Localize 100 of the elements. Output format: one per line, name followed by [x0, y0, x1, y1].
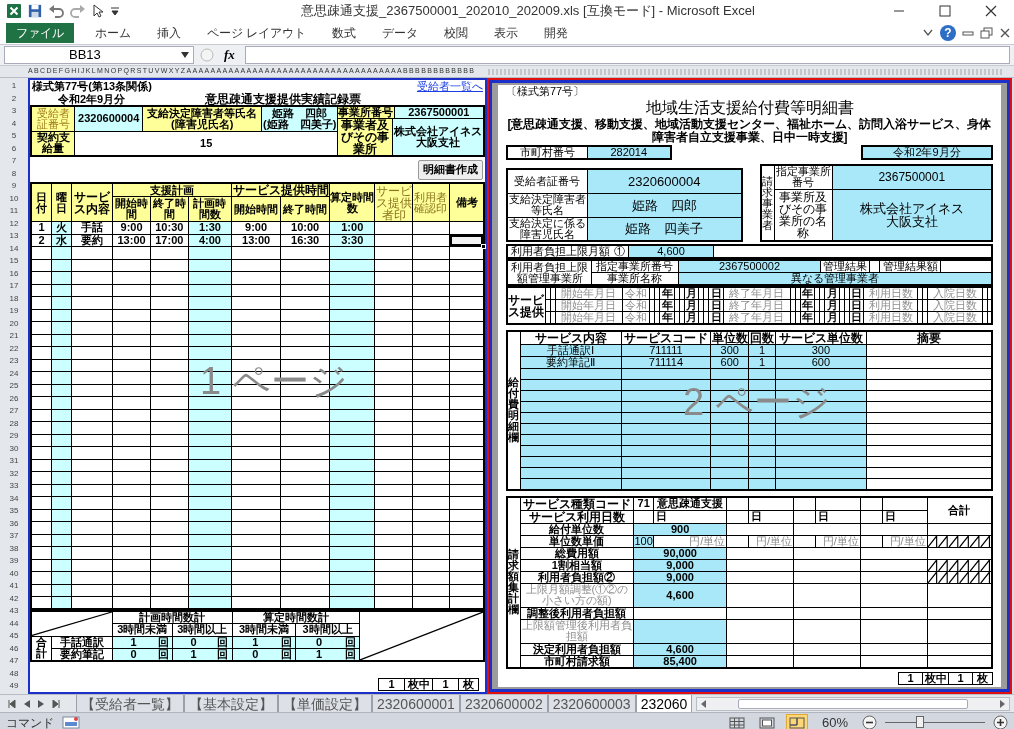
row-label: サービス種類コード — [520, 496, 634, 511]
row-number: 7 — [10, 155, 18, 168]
ribbon-tab[interactable]: 表示 — [481, 24, 532, 42]
sheet-tab[interactable]: 【基本設定】 — [184, 694, 278, 713]
page-break-view-button[interactable] — [785, 714, 808, 729]
scroll-thumb[interactable] — [738, 698, 969, 709]
slider-thumb[interactable] — [916, 716, 924, 729]
row-number: 6 — [10, 142, 18, 155]
ribbon-tab[interactable]: ページ レイアウト — [194, 24, 320, 42]
field-value: 大阪支社 — [885, 214, 939, 228]
table-cell: 10:30 — [150, 221, 189, 234]
page-count-cell: 枚 — [972, 672, 993, 685]
sheet-tab[interactable]: 232060 — [635, 694, 693, 713]
spreadsheet-app-icon[interactable] — [6, 3, 22, 19]
chevron-icon[interactable] — [922, 28, 934, 38]
pointer-icon[interactable] — [92, 4, 104, 18]
name-box[interactable]: BB13 — [4, 46, 194, 64]
row-number: 30 — [8, 442, 20, 455]
form-subtitle: [意思疎通支援、移動支援、地域活動支援センター、福祉ホーム、訪問入浴サービス、身体障害者自立支援事業、日中一時支援] — [506, 118, 993, 144]
sheet-tab[interactable]: 2320600003 — [547, 694, 636, 713]
row-number: 41 — [8, 580, 20, 593]
file-tab[interactable]: ファイル — [6, 23, 74, 43]
table-cell: 9:00 — [231, 221, 281, 234]
zoom-slider[interactable] — [885, 715, 985, 729]
row-number: 47 — [8, 655, 20, 668]
row-label: サービス提供 — [507, 287, 545, 325]
row-number: 25 — [8, 380, 20, 393]
sheet-tab[interactable]: 【受給者一覧】 — [76, 694, 184, 713]
close-icon[interactable] — [1000, 28, 1010, 38]
ribbon-tab[interactable]: ホーム — [82, 24, 144, 42]
field-value: 2320600004 — [74, 106, 143, 131]
table-cell: 17:00 — [150, 234, 189, 247]
field-label: 年 — [659, 287, 675, 300]
row-number: 36 — [8, 517, 20, 530]
field-label: 受給者証番号 — [507, 169, 587, 194]
row-number: 46 — [8, 642, 20, 655]
sheet-link[interactable]: 受給者一覧へ — [417, 80, 483, 92]
field-label: 事業者及びその事業所 — [337, 118, 393, 156]
row-number: 3 — [10, 105, 18, 118]
column-header: 回数 — [748, 331, 776, 345]
next-sheet-icon[interactable] — [38, 699, 44, 708]
field-value: (姫路 四美子) — [262, 118, 338, 130]
field-value: 2367500001 — [832, 165, 992, 190]
page-count-cell: 1 — [898, 672, 923, 685]
scroll-left-icon[interactable] — [701, 699, 707, 708]
save-icon[interactable] — [28, 4, 42, 18]
page-count-cell: 枚 — [458, 678, 479, 691]
ribbon-tab[interactable]: 校閲 — [431, 24, 482, 42]
row-number: 22 — [8, 342, 20, 355]
table-cell: 手話 — [71, 221, 113, 234]
row-label: 総費用額 — [520, 547, 634, 560]
create-statement-button[interactable]: 明細書作成 — [418, 159, 483, 180]
sheet-tab[interactable]: 2320600002 — [459, 694, 548, 713]
field-value: 282014 — [587, 146, 671, 160]
row-number: 26 — [8, 392, 20, 405]
field-label: 開始年月日 — [555, 287, 623, 300]
field-value: 2320600004 — [587, 169, 742, 194]
previous-sheet-icon[interactable] — [24, 699, 30, 708]
ribbon-tab[interactable]: 開発 — [531, 24, 582, 42]
zoom-out-icon[interactable] — [862, 715, 877, 729]
field-label: 月 — [684, 311, 699, 325]
field-label: 年 — [800, 299, 815, 312]
row-number: 10 — [8, 192, 20, 205]
ribbon-tab[interactable]: 挿入 — [144, 24, 194, 42]
sheet-tab[interactable]: 【単価設定】 — [278, 694, 372, 713]
field-label: 契約支給量 — [31, 131, 75, 156]
scroll-right-icon[interactable] — [1000, 699, 1005, 708]
field-label: 終了年月日 — [723, 299, 791, 312]
field-label: 利用日数 — [863, 299, 918, 312]
field-value: 姫路 四郎 — [587, 193, 742, 218]
row-number: 17 — [8, 280, 20, 293]
field-label: 指定事業所番号 — [591, 260, 679, 273]
ribbon-tab[interactable]: データ — [369, 24, 432, 42]
sheet-tab[interactable]: 2320600001 — [372, 694, 460, 713]
column-header: サービスコード — [621, 331, 711, 345]
restore-icon[interactable] — [980, 27, 994, 39]
field-label: 月 — [824, 311, 840, 325]
help-button[interactable]: ? — [940, 25, 956, 41]
horizontal-scrollbar[interactable] — [696, 696, 1010, 711]
last-sheet-icon[interactable] — [52, 699, 60, 708]
row-number: 8 — [10, 167, 18, 180]
field-value: 15 — [74, 131, 338, 156]
ribbon-tab[interactable]: 数式 — [319, 24, 370, 42]
field-label: 日 — [849, 299, 864, 312]
undo-icon[interactable] — [48, 4, 64, 18]
field-label: 令和 — [622, 311, 650, 325]
macro-record-icon[interactable] — [62, 716, 80, 729]
row-number: 11 — [8, 205, 20, 218]
row-number: 18 — [8, 292, 20, 305]
table-cell: 1 — [31, 221, 52, 234]
first-sheet-icon[interactable] — [8, 699, 16, 708]
minimize-icon[interactable] — [962, 28, 974, 38]
field-value: 姫路 四郎 — [271, 107, 329, 119]
column-header: 摘要 — [866, 331, 992, 345]
formula-input[interactable] — [244, 46, 1010, 64]
column-header: 3時間未満 — [112, 623, 173, 636]
caret-icon[interactable] — [110, 6, 120, 16]
zoom-in-icon[interactable] — [993, 715, 1008, 729]
row-number: 13 — [8, 230, 20, 243]
row-number: 33 — [8, 480, 20, 493]
